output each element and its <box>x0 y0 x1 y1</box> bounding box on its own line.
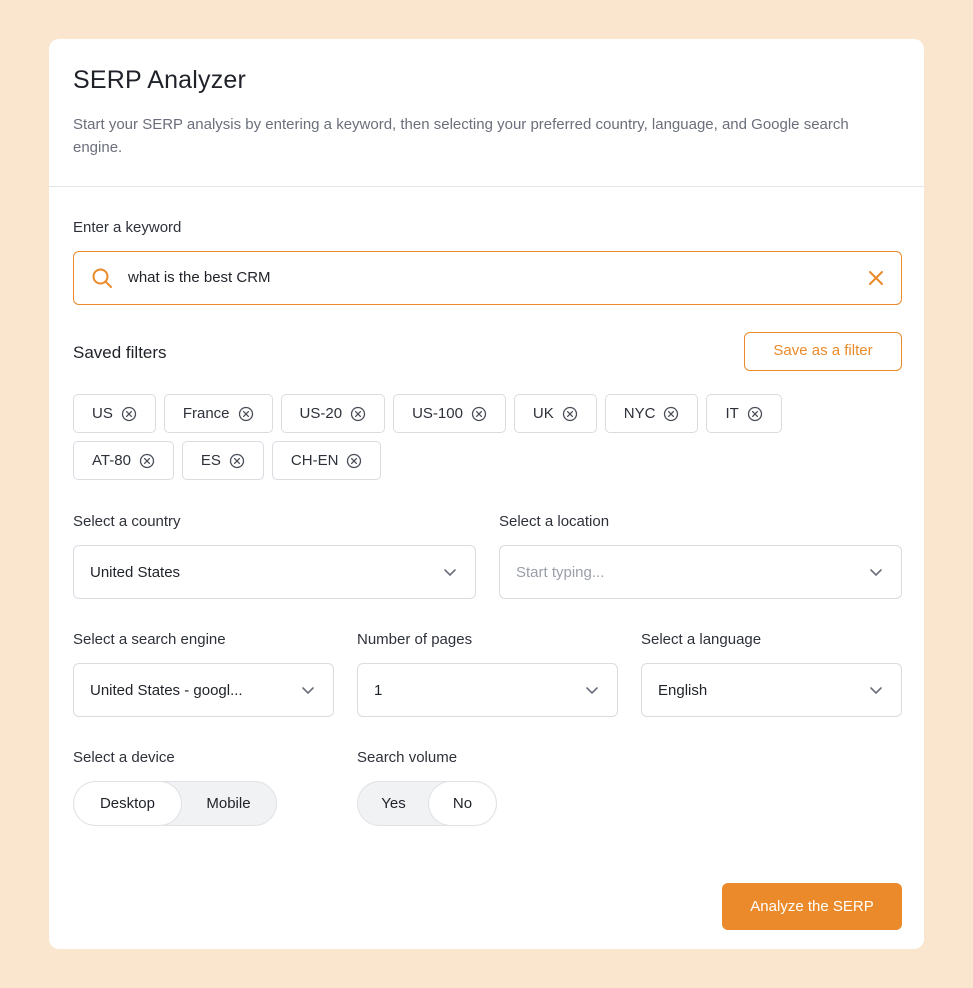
filter-chip-label: US-100 <box>412 405 463 422</box>
country-value: United States <box>90 564 181 581</box>
location-label: Select a location <box>499 513 610 530</box>
filter-chip[interactable]: US-20 <box>280 394 386 433</box>
remove-circle-icon[interactable] <box>346 453 362 469</box>
search-volume-label: Search volume <box>357 749 458 766</box>
chevron-down-icon <box>870 569 882 577</box>
search-engine-select[interactable]: United States - googl... <box>73 663 334 717</box>
filter-chip[interactable]: AT-80 <box>73 441 174 480</box>
search-icon <box>92 268 112 288</box>
country-label: Select a country <box>73 513 181 530</box>
filter-chip-label: AT-80 <box>92 452 131 469</box>
close-icon[interactable] <box>867 269 885 287</box>
remove-circle-icon[interactable] <box>562 406 578 422</box>
saved-filters-list: US France US-20 US-100 UK NYC IT AT-80 ES CH-EN <box>73 394 903 488</box>
device-label: Select a device <box>73 749 175 766</box>
filter-chip[interactable]: France <box>163 394 273 433</box>
filter-chip[interactable]: CH-EN <box>271 441 382 480</box>
remove-circle-icon[interactable] <box>350 406 366 422</box>
location-select[interactable]: Start typing... <box>499 545 902 599</box>
filter-chip-label: NYC <box>623 405 656 422</box>
filter-chip[interactable]: ES <box>181 441 264 480</box>
remove-circle-icon[interactable] <box>747 406 763 422</box>
filter-chip[interactable]: IT <box>706 394 782 433</box>
filter-chip-label: France <box>182 405 230 422</box>
search-engine-label: Select a search engine <box>73 631 226 648</box>
filter-chip-row: US France US-20 US-100 UK NYC IT <box>73 394 903 433</box>
save-as-filter-button[interactable]: Save as a filter <box>744 332 902 371</box>
filter-chip-label: ES <box>200 452 221 469</box>
remove-circle-icon[interactable] <box>229 453 245 469</box>
volume-option-no[interactable]: No <box>428 782 496 825</box>
remove-circle-icon[interactable] <box>471 406 487 422</box>
search-volume-toggle: Yes No <box>357 781 497 826</box>
chevron-down-icon <box>870 687 882 695</box>
filter-chip[interactable]: UK <box>513 394 597 433</box>
pages-select[interactable]: 1 <box>357 663 618 717</box>
chevron-down-icon <box>302 687 314 695</box>
language-value: English <box>658 682 708 699</box>
keyword-value: what is the best CRM <box>128 269 271 286</box>
page-title: SERP Analyzer <box>73 66 247 94</box>
filter-chip-label: IT <box>725 405 739 422</box>
remove-circle-icon[interactable] <box>139 453 155 469</box>
device-toggle: Desktop Mobile <box>73 781 277 826</box>
language-label: Select a language <box>641 631 762 648</box>
chevron-down-icon <box>586 687 598 695</box>
remove-circle-icon[interactable] <box>121 406 137 422</box>
volume-option-yes[interactable]: Yes <box>358 782 429 825</box>
remove-circle-icon[interactable] <box>238 406 254 422</box>
serp-analyzer-card: SERP Analyzer Start your SERP analysis b… <box>49 39 924 949</box>
pages-value: 1 <box>374 682 383 699</box>
pages-label: Number of pages <box>357 631 473 648</box>
filter-chip-label: US <box>92 405 113 422</box>
language-select[interactable]: English <box>641 663 902 717</box>
filter-chip-label: CH-EN <box>290 452 339 469</box>
device-option-mobile[interactable]: Mobile <box>181 782 276 825</box>
filter-chip-label: UK <box>532 405 554 422</box>
remove-circle-icon[interactable] <box>663 406 679 422</box>
analyze-serp-button[interactable]: Analyze the SERP <box>722 883 902 930</box>
chevron-down-icon <box>444 569 456 577</box>
device-option-desktop[interactable]: Desktop <box>74 782 181 825</box>
filter-chip-row: AT-80 ES CH-EN <box>73 441 903 480</box>
location-placeholder: Start typing... <box>516 564 605 581</box>
country-select[interactable]: United States <box>73 545 476 599</box>
keyword-input[interactable]: what is the best CRM <box>73 251 902 305</box>
filter-chip[interactable]: US-100 <box>393 394 506 433</box>
page-subtitle: Start your SERP analysis by entering a k… <box>73 116 849 156</box>
saved-filters-title: Saved filters <box>73 343 167 362</box>
search-engine-value: United States - googl... <box>90 682 243 699</box>
filter-chip[interactable]: NYC <box>604 394 699 433</box>
keyword-label: Enter a keyword <box>73 219 182 236</box>
filter-chip[interactable]: US <box>73 394 156 433</box>
filter-chip-label: US-20 <box>299 405 343 422</box>
card-header: SERP Analyzer Start your SERP analysis b… <box>49 39 924 187</box>
